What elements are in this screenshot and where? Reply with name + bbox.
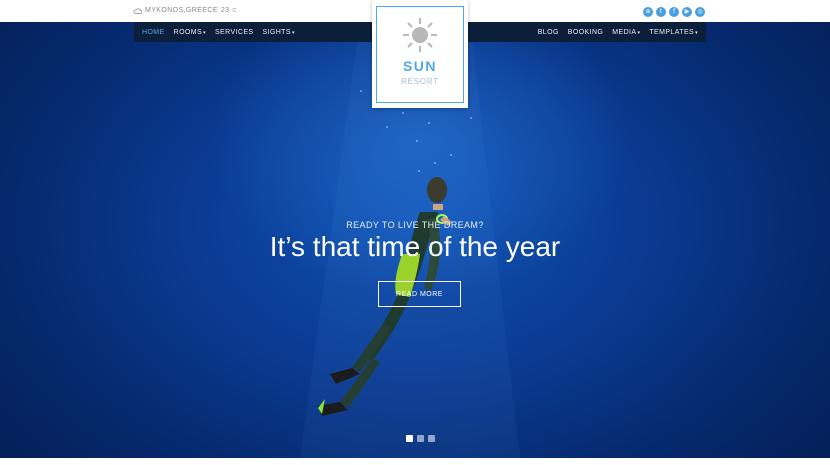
- twitter-icon[interactable]: t: [656, 7, 666, 17]
- instagram-icon[interactable]: ◎: [695, 7, 705, 17]
- weather-temperature: 23: [220, 7, 230, 14]
- chevron-down-icon: ▾: [291, 29, 295, 36]
- youtube-icon[interactable]: ▶: [682, 7, 692, 17]
- nav-sights[interactable]: SIGHTS▾: [262, 29, 294, 36]
- weather-widget: MYKONOS,GREECE 23 C: [133, 7, 237, 14]
- nav-sights-label: SIGHTS: [262, 28, 291, 36]
- slider-pagination: [406, 435, 435, 442]
- nav-media[interactable]: MEDIA▾: [612, 29, 640, 36]
- facebook-icon[interactable]: f: [669, 7, 679, 17]
- nav-blog-label: BLOG: [537, 28, 559, 36]
- chevron-down-icon: ▾: [637, 29, 641, 36]
- nav-services-label: SERVICES: [214, 28, 254, 36]
- chevron-down-icon: ▾: [695, 29, 698, 36]
- hero-kicker: READY TO LIVE THE DREAM?: [346, 220, 484, 230]
- nav-booking-label: BOOKING: [567, 28, 604, 36]
- social-links: ⊕ t f ▶ ◎: [643, 7, 705, 17]
- nav-blog[interactable]: BLOG: [538, 29, 559, 36]
- nav-right: BLOG BOOKING MEDIA▾ TEMPLATES▾: [538, 22, 698, 42]
- slide-dot-1[interactable]: [406, 435, 413, 442]
- nav-booking[interactable]: BOOKING: [568, 29, 603, 36]
- nav-rooms[interactable]: ROOMS▾: [174, 29, 206, 36]
- weather-location: MYKONOS,GREECE: [145, 7, 218, 14]
- nav-left: HOME ROOMS▾ SERVICES SIGHTS▾: [142, 22, 295, 42]
- hero-headline: It’s that time of the year: [269, 231, 561, 262]
- slide-dot-2[interactable]: [417, 435, 424, 442]
- globe-icon[interactable]: ⊕: [643, 7, 653, 17]
- nav-rooms-label: ROOMS: [173, 28, 203, 36]
- logo-tagline: RESORT: [401, 77, 439, 86]
- nav-templates[interactable]: TEMPLATES▾: [649, 29, 698, 36]
- slide-dot-3[interactable]: [428, 435, 435, 442]
- nav-home-label: HOME: [142, 28, 165, 36]
- chevron-down-icon: ▾: [203, 29, 206, 36]
- cloud-icon: [133, 7, 142, 14]
- nav-templates-label: TEMPLATES: [649, 28, 695, 36]
- sun-icon: [403, 18, 437, 52]
- nav-services[interactable]: SERVICES: [215, 29, 253, 36]
- read-more-button[interactable]: READ MORE: [378, 281, 461, 307]
- site-logo[interactable]: SUN RESORT: [372, 0, 468, 108]
- weather-unit: C: [232, 7, 237, 14]
- logo-name: SUN: [402, 58, 438, 74]
- nav-media-label: MEDIA: [612, 28, 637, 36]
- nav-home[interactable]: HOME: [142, 29, 165, 36]
